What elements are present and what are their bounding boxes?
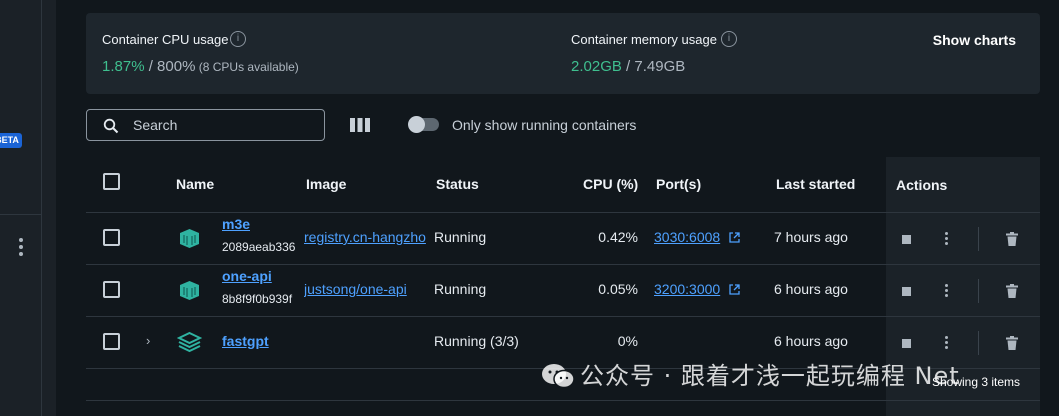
more-icon[interactable] xyxy=(945,336,949,351)
status-text: Running xyxy=(434,229,487,245)
beta-label: BETA xyxy=(0,135,19,145)
port-cell: 3200:3000 xyxy=(654,281,740,297)
memory-usage-label: Container memory usage xyxy=(571,32,717,47)
table-bottom-border xyxy=(86,400,1040,401)
image-link[interactable]: justsong/one-api xyxy=(304,281,428,297)
column-image[interactable]: Image xyxy=(306,176,346,192)
watermark: 公众号 · 跟着才浅一起玩编程 Net xyxy=(540,356,960,391)
watermark-text: 公众号 · 跟着才浅一起玩编程 Net xyxy=(580,362,960,390)
sidebar-divider xyxy=(0,214,42,215)
wechat-icon xyxy=(542,364,575,389)
port-link[interactable]: 3030:6008 xyxy=(654,229,720,245)
running-only-label: Only show running containers xyxy=(452,117,637,133)
usage-stats-card: Container CPU usage i 1.87% / 800% (8 CP… xyxy=(86,13,1040,94)
container-icon xyxy=(180,229,199,248)
cpu-value: 0.05% xyxy=(598,281,638,297)
last-started: 6 hours ago xyxy=(774,333,848,349)
port-cell: 3030:6008 xyxy=(654,229,740,245)
actions-divider xyxy=(978,227,979,251)
search-box[interactable] xyxy=(86,109,325,141)
items-count: Showing 3 items xyxy=(932,375,1021,389)
last-started: 7 hours ago xyxy=(774,229,848,245)
sidebar: BETA xyxy=(0,0,42,416)
cpu-usage-label: Container CPU usage xyxy=(102,32,229,47)
cpu-note: (8 CPUs available) xyxy=(195,60,299,74)
table-row[interactable]: one-api 8b8f9f0b939f justsong/one-api Ru… xyxy=(86,265,1040,317)
memory-used: 2.02GB xyxy=(571,58,622,75)
cpu-value: 0% xyxy=(617,333,638,349)
cpu-info-icon[interactable]: i xyxy=(230,31,246,47)
beta-badge: BETA xyxy=(0,133,22,148)
container-id: 2089aeab336 xyxy=(222,240,296,254)
select-all-checkbox[interactable] xyxy=(103,173,120,190)
memory-info-icon[interactable]: i xyxy=(721,31,737,47)
row-checkbox[interactable] xyxy=(103,229,120,246)
cpu-total: / 800% xyxy=(144,58,196,75)
column-actions: Actions xyxy=(896,177,948,193)
memory-usage-value: 2.02GB / 7.49GB xyxy=(571,58,685,75)
trash-icon[interactable] xyxy=(1006,336,1018,350)
more-icon[interactable] xyxy=(945,284,949,299)
image-link[interactable]: registry.cn-hangzho xyxy=(304,229,428,245)
row-checkbox[interactable] xyxy=(103,333,120,350)
cpu-value: 0.42% xyxy=(598,229,638,245)
status-text: Running (3/3) xyxy=(434,333,519,349)
container-name-link[interactable]: m3e xyxy=(222,216,250,232)
cpu-usage-value: 1.87% / 800% (8 CPUs available) xyxy=(102,58,299,75)
table-header: Name Image Status CPU (%) Port(s) Last s… xyxy=(86,157,1040,213)
column-name[interactable]: Name xyxy=(176,176,214,192)
stop-icon[interactable] xyxy=(902,287,911,296)
actions-divider xyxy=(978,331,979,355)
column-cpu[interactable]: CPU (%) xyxy=(583,176,638,192)
show-charts-button[interactable]: Show charts xyxy=(933,32,1016,48)
running-only-toggle[interactable] xyxy=(408,116,439,133)
container-name-link[interactable]: one-api xyxy=(222,268,272,284)
external-link-icon[interactable] xyxy=(729,232,740,243)
container-name-link[interactable]: fastgpt xyxy=(222,333,269,349)
actions-divider xyxy=(978,279,979,303)
cpu-used: 1.87% xyxy=(102,58,145,75)
trash-icon[interactable] xyxy=(1006,284,1018,298)
memory-total: / 7.49GB xyxy=(621,58,686,75)
table-row[interactable]: m3e 2089aeab336 registry.cn-hangzho Runn… xyxy=(86,213,1040,265)
column-last-started[interactable]: Last started xyxy=(776,176,855,192)
more-icon[interactable] xyxy=(945,232,949,247)
port-link[interactable]: 3200:3000 xyxy=(654,281,720,297)
columns-icon[interactable] xyxy=(350,118,370,132)
stop-icon[interactable] xyxy=(902,339,911,348)
container-id: 8b8f9f0b939f xyxy=(222,292,293,306)
sidebar-more-icon[interactable] xyxy=(17,238,25,260)
status-text: Running xyxy=(434,281,487,297)
stop-icon[interactable] xyxy=(902,235,911,244)
stack-icon xyxy=(177,331,202,353)
last-started: 6 hours ago xyxy=(774,281,848,297)
trash-icon[interactable] xyxy=(1006,232,1018,246)
external-link-icon[interactable] xyxy=(729,284,740,295)
container-icon xyxy=(180,281,199,300)
search-icon xyxy=(103,118,119,134)
main-content: Container CPU usage i 1.87% / 800% (8 CP… xyxy=(56,0,1059,416)
column-ports[interactable]: Port(s) xyxy=(656,176,701,192)
chevron-right-icon[interactable]: › xyxy=(146,333,156,348)
row-checkbox[interactable] xyxy=(103,281,120,298)
search-input[interactable] xyxy=(133,115,313,135)
column-status[interactable]: Status xyxy=(436,176,479,192)
